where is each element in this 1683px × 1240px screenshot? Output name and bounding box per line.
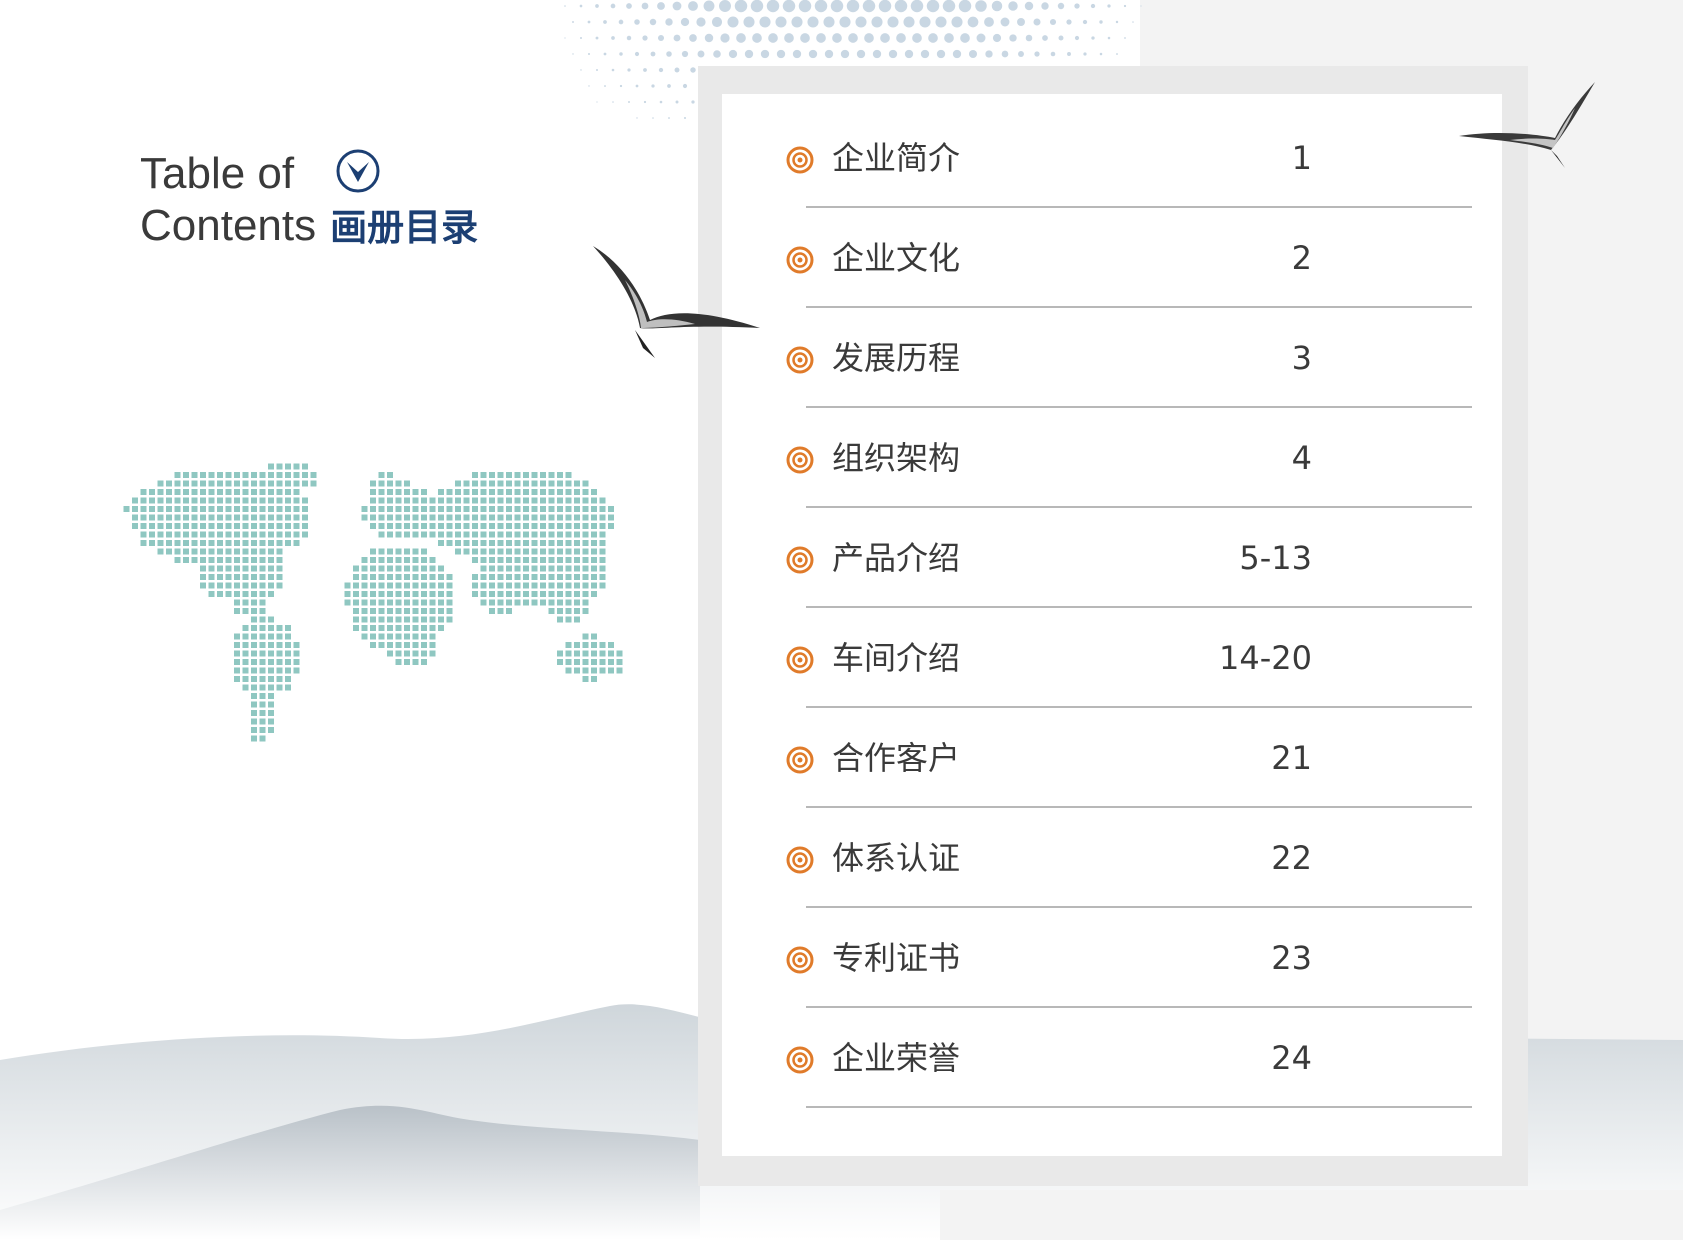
toc-item-label: 产品介绍 [832, 539, 961, 577]
toc-divider [806, 1106, 1472, 1108]
toc-item-page: 22 [1271, 839, 1312, 877]
chevron-down-circle-icon [336, 149, 380, 193]
toc-item-label: 企业简介 [832, 139, 961, 177]
toc-item-page: 3 [1291, 339, 1312, 377]
target-bullet-icon [786, 146, 814, 174]
toc-item-label: 合作客户 [832, 739, 961, 777]
seagull-left-decoration [593, 246, 760, 358]
toc-item-page: 2 [1291, 239, 1312, 277]
target-bullet-icon [786, 1046, 814, 1074]
toc-item[interactable]: 企业荣誉 24 [722, 994, 1502, 1108]
toc-panel: 企业简介 1 企业文化 2 发展历程 3 组织架构 4 产品介绍 5-13 车间介绍 14-20 合作客… [722, 94, 1502, 1156]
toc-item[interactable]: 合作客户 21 [722, 694, 1502, 808]
toc-item-label: 车间介绍 [832, 639, 961, 677]
target-bullet-icon [786, 346, 814, 374]
toc-item-page: 5-13 [1239, 539, 1312, 577]
toc-item-label: 企业文化 [832, 239, 961, 277]
toc-item[interactable]: 产品介绍 5-13 [722, 494, 1502, 608]
toc-item[interactable]: 车间介绍 14-20 [722, 594, 1502, 708]
target-bullet-icon [786, 946, 814, 974]
heading-title-line2-text: Contents [140, 201, 317, 250]
toc-item-label: 企业荣誉 [832, 1039, 961, 1077]
target-bullet-icon [786, 246, 814, 274]
target-bullet-icon [786, 646, 814, 674]
toc-item[interactable]: 企业文化 2 [722, 194, 1502, 308]
toc-item[interactable]: 企业简介 1 [722, 94, 1502, 208]
target-bullet-icon [786, 546, 814, 574]
seagull-right-decoration [1459, 82, 1595, 168]
world-map-decoration [123, 463, 623, 742]
toc-heading: Table of Contents 画册目录 [140, 148, 478, 254]
target-bullet-icon [786, 446, 814, 474]
toc-item-page: 14-20 [1219, 639, 1312, 677]
toc-item[interactable]: 组织架构 4 [722, 394, 1502, 508]
heading-chinese-title: 画册目录 [330, 206, 479, 249]
toc-item-label: 组织架构 [832, 439, 961, 477]
toc-item-label: 发展历程 [832, 339, 961, 377]
target-bullet-icon [786, 746, 814, 774]
toc-item[interactable]: 专利证书 23 [722, 894, 1502, 1008]
heading-title-line1: Table of [140, 149, 295, 198]
toc-item-page: 24 [1271, 1039, 1312, 1077]
toc-item-page: 1 [1291, 139, 1312, 177]
heading-title-line2: Contents 画册目录 [140, 200, 478, 254]
toc-item-label: 体系认证 [832, 839, 961, 877]
toc-item[interactable]: 体系认证 22 [722, 794, 1502, 908]
toc-item-page: 21 [1271, 739, 1312, 777]
target-bullet-icon [786, 846, 814, 874]
toc-item-page: 23 [1271, 939, 1312, 977]
toc-item-label: 专利证书 [832, 939, 961, 977]
toc-item-page: 4 [1291, 439, 1312, 477]
toc-item[interactable]: 发展历程 3 [722, 294, 1502, 408]
